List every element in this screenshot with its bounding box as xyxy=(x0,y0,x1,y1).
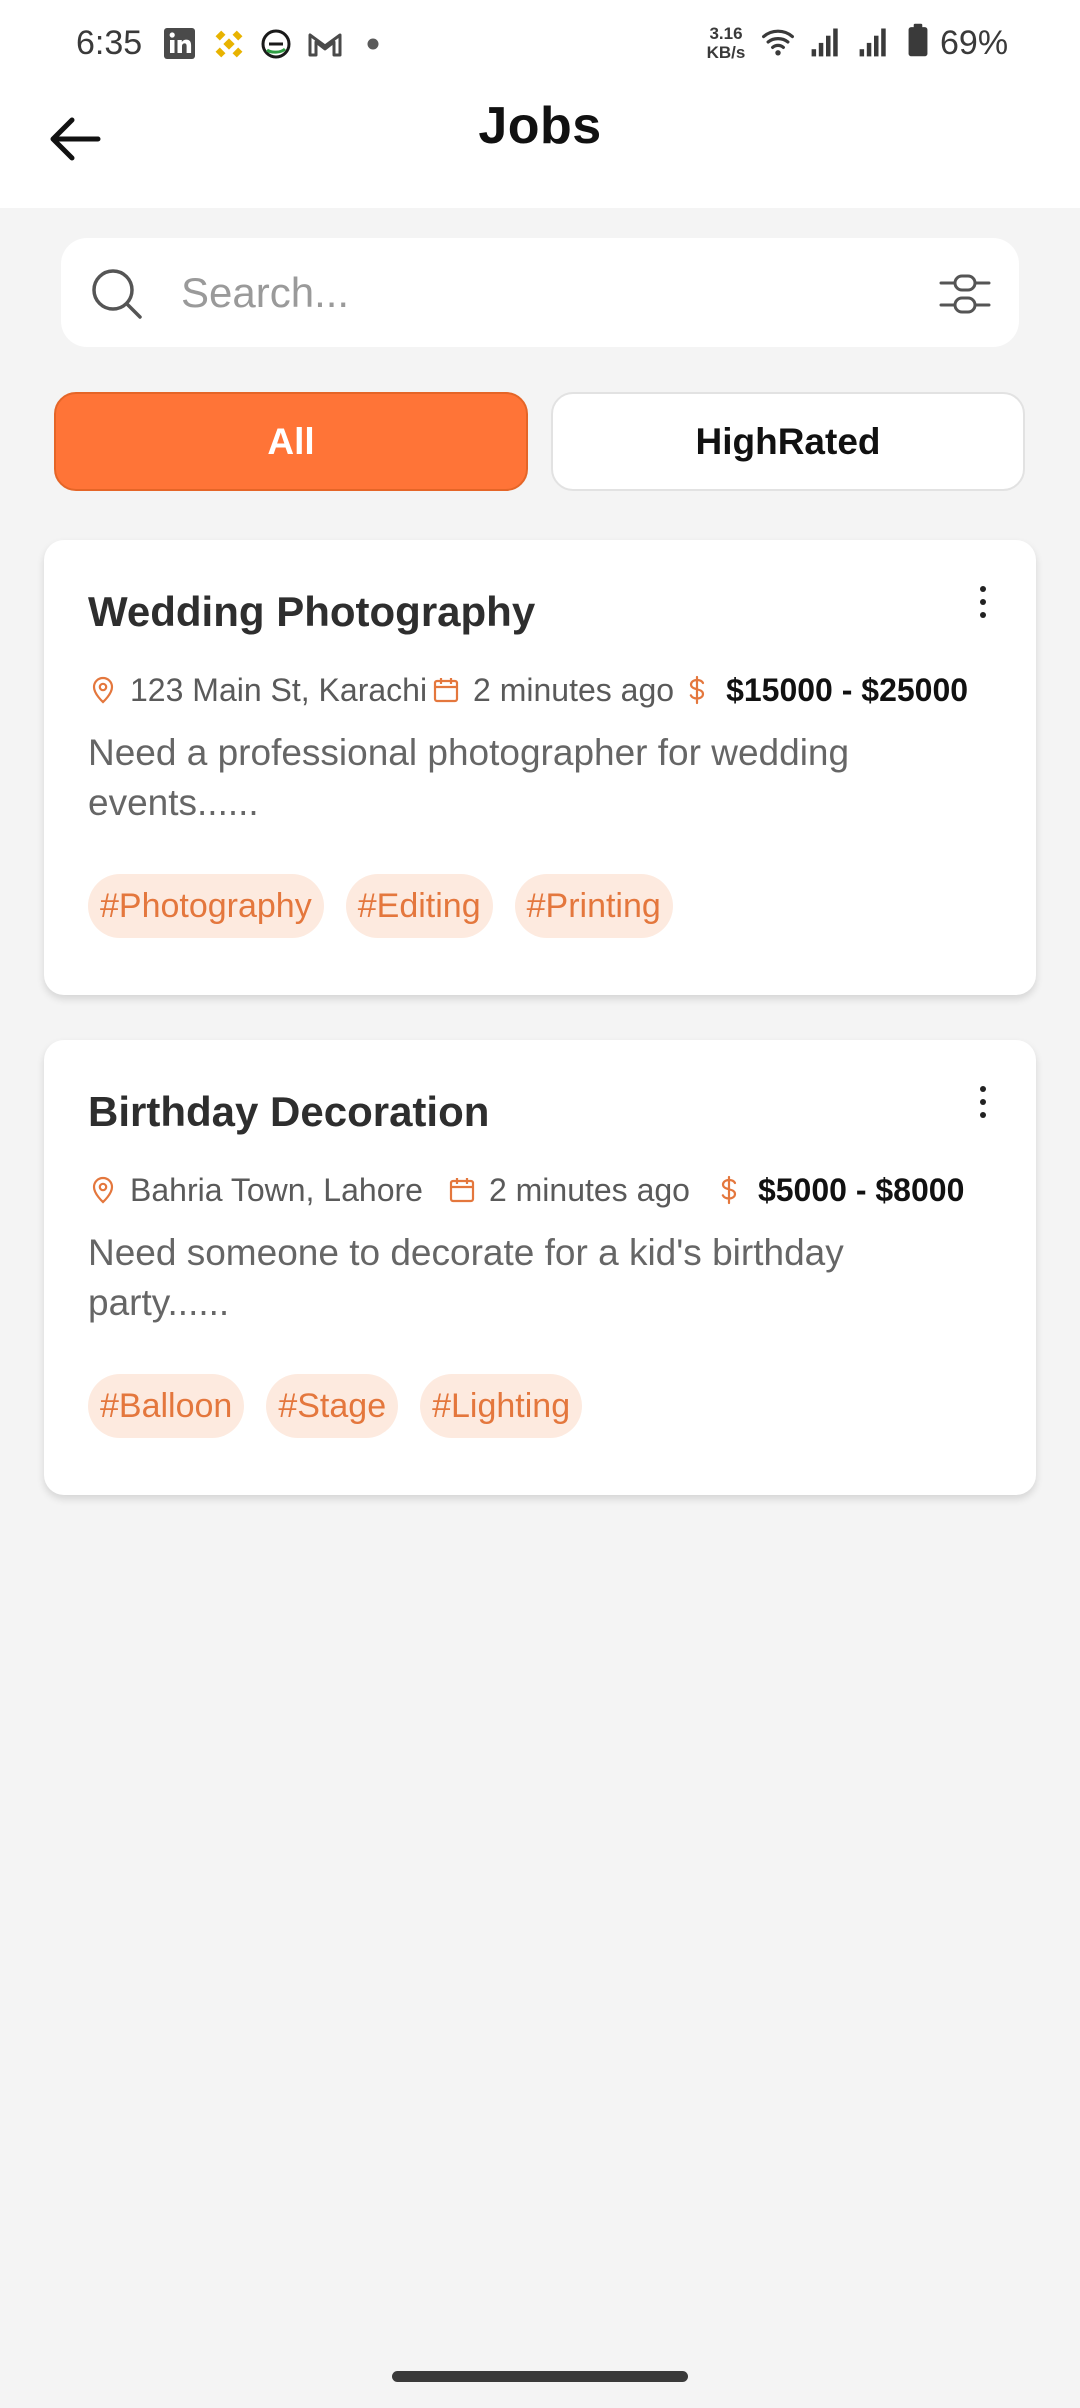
search-bar[interactable] xyxy=(61,238,1019,347)
dollar-icon xyxy=(689,675,705,705)
job-price: $5000 - $8000 xyxy=(757,1171,965,1208)
job-title: Birthday Decoration xyxy=(88,1088,490,1135)
calendar-icon xyxy=(449,1178,475,1203)
job-posted-time: 2 minutes ago xyxy=(488,1171,690,1208)
tag-chip[interactable]: #Balloon xyxy=(88,1374,245,1438)
tab-all[interactable]: All xyxy=(54,392,528,491)
tag-chip[interactable]: #Photography xyxy=(88,874,324,938)
job-meta: 123 Main St, Karachi 2 minutes ago $1500… xyxy=(88,668,996,712)
more-dot-icon xyxy=(367,38,379,50)
binance-icon xyxy=(215,30,243,58)
home-indicator[interactable] xyxy=(392,2371,688,2382)
battery-icon xyxy=(908,23,928,57)
app-bar: Jobs xyxy=(0,90,1080,208)
gmail-icon xyxy=(308,33,342,57)
status-bar: 6:35 3.16 KB/s 69% xyxy=(0,0,1080,90)
job-description: Need a professional photographer for wed… xyxy=(88,732,850,823)
filter-sliders-icon[interactable] xyxy=(939,271,991,317)
job-tags: #Balloon #Stage #Lighting xyxy=(88,1374,583,1438)
signal-icon xyxy=(859,28,886,57)
job-location: Bahria Town, Lahore xyxy=(130,1171,423,1208)
dollar-icon xyxy=(721,1175,737,1205)
tab-highrated[interactable]: HighRated xyxy=(551,392,1025,491)
location-pin-icon xyxy=(92,676,114,704)
status-time: 6:35 xyxy=(76,24,143,62)
job-description: Need someone to decorate for a kid's bir… xyxy=(88,1232,844,1323)
more-options-icon[interactable] xyxy=(968,1082,998,1122)
network-speed: 3.16 KB/s xyxy=(706,24,746,62)
tag-chip[interactable]: #Lighting xyxy=(420,1374,583,1438)
job-location: 123 Main St, Karachi xyxy=(130,671,428,708)
job-title: Wedding Photography xyxy=(88,588,536,635)
linkedin-icon xyxy=(164,28,195,59)
battery-percentage: 69% xyxy=(940,24,1009,62)
job-card[interactable]: Wedding Photography 123 Main St, Karachi… xyxy=(44,540,1036,995)
page-title: Jobs xyxy=(478,97,602,155)
signal-icon xyxy=(811,28,838,57)
job-price: $15000 - $25000 xyxy=(726,671,969,708)
app-e-icon xyxy=(261,29,291,59)
job-card[interactable]: Birthday Decoration Bahria Town, Lahore … xyxy=(44,1040,1036,1495)
job-tags: #Photography #Editing #Printing xyxy=(88,874,673,938)
tag-chip[interactable]: #Editing xyxy=(345,874,493,938)
search-icon xyxy=(92,269,142,319)
search-input[interactable] xyxy=(181,258,961,328)
job-posted-time: 2 minutes ago xyxy=(473,671,675,708)
job-meta: Bahria Town, Lahore 2 minutes ago $5000 … xyxy=(88,1168,996,1212)
tag-chip[interactable]: #Printing xyxy=(514,874,673,938)
calendar-icon xyxy=(433,678,459,703)
wifi-icon xyxy=(762,29,794,56)
more-options-icon[interactable] xyxy=(968,582,998,622)
location-pin-icon xyxy=(92,1176,114,1204)
tag-chip[interactable]: #Stage xyxy=(266,1374,399,1438)
